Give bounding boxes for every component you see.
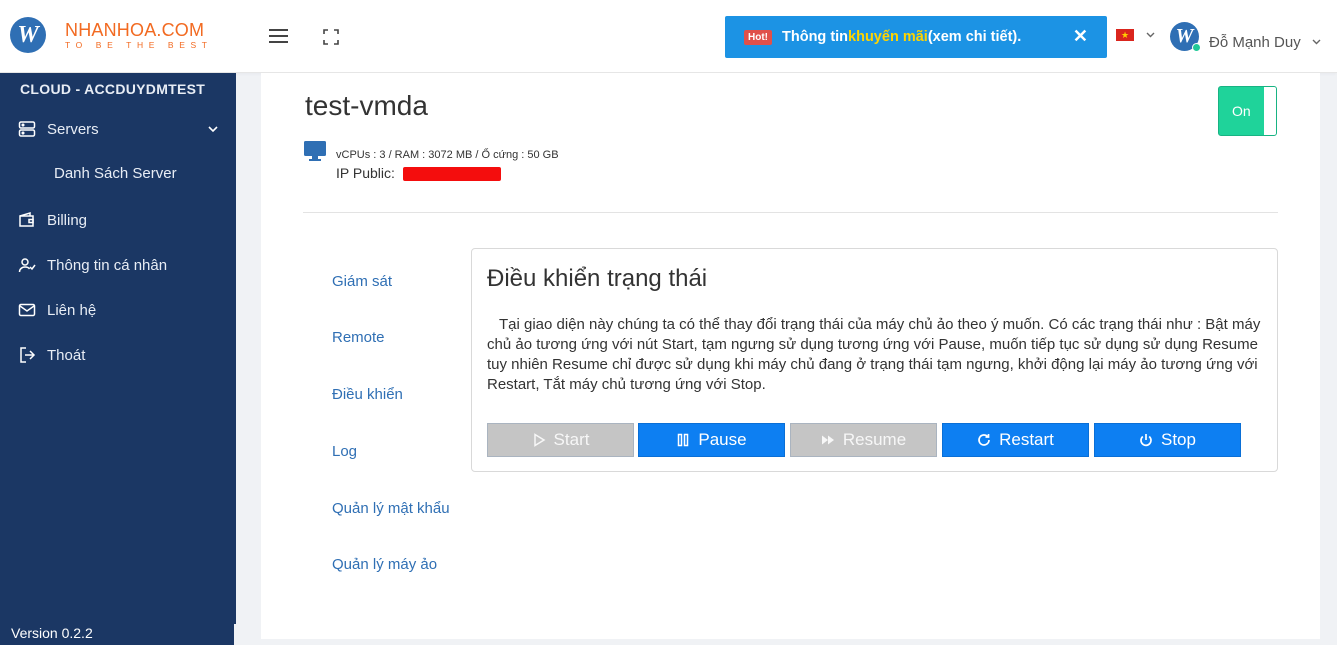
sidebar-item-label: Liên hệ	[47, 301, 97, 319]
sidebar-account-title: CLOUD - ACCDUYDMTEST	[20, 81, 206, 97]
sidebar-item-servers[interactable]: Servers	[18, 120, 228, 138]
user-chevron-down-icon[interactable]	[1312, 39, 1321, 45]
close-icon[interactable]: ✕	[1073, 26, 1088, 47]
promo-banner[interactable]: Hot! Thông tin khuyến mãi (xem chi tiết)…	[725, 16, 1107, 58]
panel-title: Điều khiển trạng thái	[487, 265, 708, 292]
sidebar-item-billing[interactable]: Billing	[18, 211, 228, 229]
top-header: W NHANHOA.COM TO BE THE BEST Hot! Thông …	[0, 0, 1337, 73]
vm-specs: vCPUs : 3 / RAM : 3072 MB / Ổ cứng : 50 …	[336, 149, 559, 161]
online-status-dot	[1192, 43, 1201, 52]
sidebar-item-label: Servers	[47, 120, 99, 138]
restart-button[interactable]: Restart	[942, 423, 1089, 457]
promo-text-highlight: khuyến mãi	[848, 29, 928, 45]
start-button[interactable]: Start	[487, 423, 634, 457]
brand-logo[interactable]: W NHANHOA.COM TO BE THE BEST	[10, 17, 213, 53]
status-control-panel: Điều khiển trạng thái Tại giao diện này …	[471, 248, 1278, 472]
promo-text-after: (xem chi tiết).	[927, 29, 1022, 45]
ip-redacted-value	[403, 167, 501, 181]
sidebar-item-label: Thông tin cá nhân	[47, 256, 168, 274]
pause-icon	[678, 433, 689, 447]
monitor-icon	[304, 141, 326, 161]
app-version: Version 0.2.2	[11, 625, 93, 641]
sidebar-item-profile[interactable]: Thông tin cá nhân	[18, 256, 228, 274]
page-title: test-vmda	[305, 90, 428, 121]
power-toggle[interactable]: On	[1218, 86, 1277, 136]
tab-password-management[interactable]: Quản lý mật khẩu	[332, 500, 450, 517]
ip-public-label: IP Public:	[336, 165, 395, 181]
avatar: W	[1170, 22, 1201, 52]
sidebar-item-logout[interactable]: Thoát	[18, 346, 228, 364]
tab-monitoring[interactable]: Giám sát	[332, 273, 392, 290]
resume-button[interactable]: Resume	[790, 423, 937, 457]
section-divider	[303, 212, 1278, 213]
user-menu[interactable]: W Đỗ Mạnh Duy	[1170, 22, 1301, 52]
hot-badge: Hot!	[744, 29, 772, 45]
mail-icon	[18, 303, 36, 317]
brand-tagline: TO BE THE BEST	[65, 39, 213, 50]
user-name: Đỗ Mạnh Duy	[1209, 34, 1301, 51]
tab-log[interactable]: Log	[332, 443, 357, 460]
sidebar-item-label: Billing	[47, 211, 88, 229]
sidebar-subitem-server-list[interactable]: Danh Sách Server	[54, 165, 177, 182]
server-icon	[18, 121, 36, 137]
power-icon	[1140, 434, 1152, 447]
panel-description: Tại giao diện này chúng ta có thể thay đ…	[487, 316, 1261, 393]
sidebar: CLOUD - ACCDUYDMTEST Servers Danh Sách S…	[0, 73, 236, 645]
vietnam-flag-icon[interactable]: ★	[1116, 29, 1134, 41]
sidebar-gap	[234, 624, 237, 645]
language-chevron-down-icon[interactable]	[1146, 32, 1155, 38]
toggle-knob	[1264, 87, 1276, 135]
chevron-down-icon	[208, 125, 218, 132]
sidebar-item-label: Thoát	[47, 346, 86, 364]
pause-button[interactable]: Pause	[638, 423, 785, 457]
promo-text-before: Thông tin	[782, 29, 849, 45]
fullscreen-icon[interactable]	[323, 29, 339, 45]
logo-mark-icon: W	[10, 17, 46, 53]
brand-name: NHANHOA.COM	[65, 19, 205, 40]
tab-remote[interactable]: Remote	[332, 329, 385, 346]
stop-button[interactable]: Stop	[1094, 423, 1241, 457]
power-toggle-label: On	[1232, 103, 1251, 119]
fast-forward-icon	[821, 435, 834, 445]
menu-toggle-icon[interactable]	[269, 29, 288, 43]
tab-control[interactable]: Điều khiển	[332, 386, 403, 403]
logo-text: NHANHOA.COM TO BE THE BEST	[65, 21, 213, 50]
refresh-icon	[978, 434, 990, 446]
sidebar-item-contact[interactable]: Liên hệ	[18, 301, 228, 319]
user-check-icon	[18, 258, 36, 273]
wallet-icon	[19, 211, 34, 227]
play-icon	[533, 433, 545, 447]
tab-vm-management[interactable]: Quản lý máy ảo	[332, 556, 437, 573]
logout-icon	[20, 347, 36, 363]
server-detail-card: test-vmda On vCPUs : 3 / RAM : 3072 MB /…	[261, 73, 1320, 639]
